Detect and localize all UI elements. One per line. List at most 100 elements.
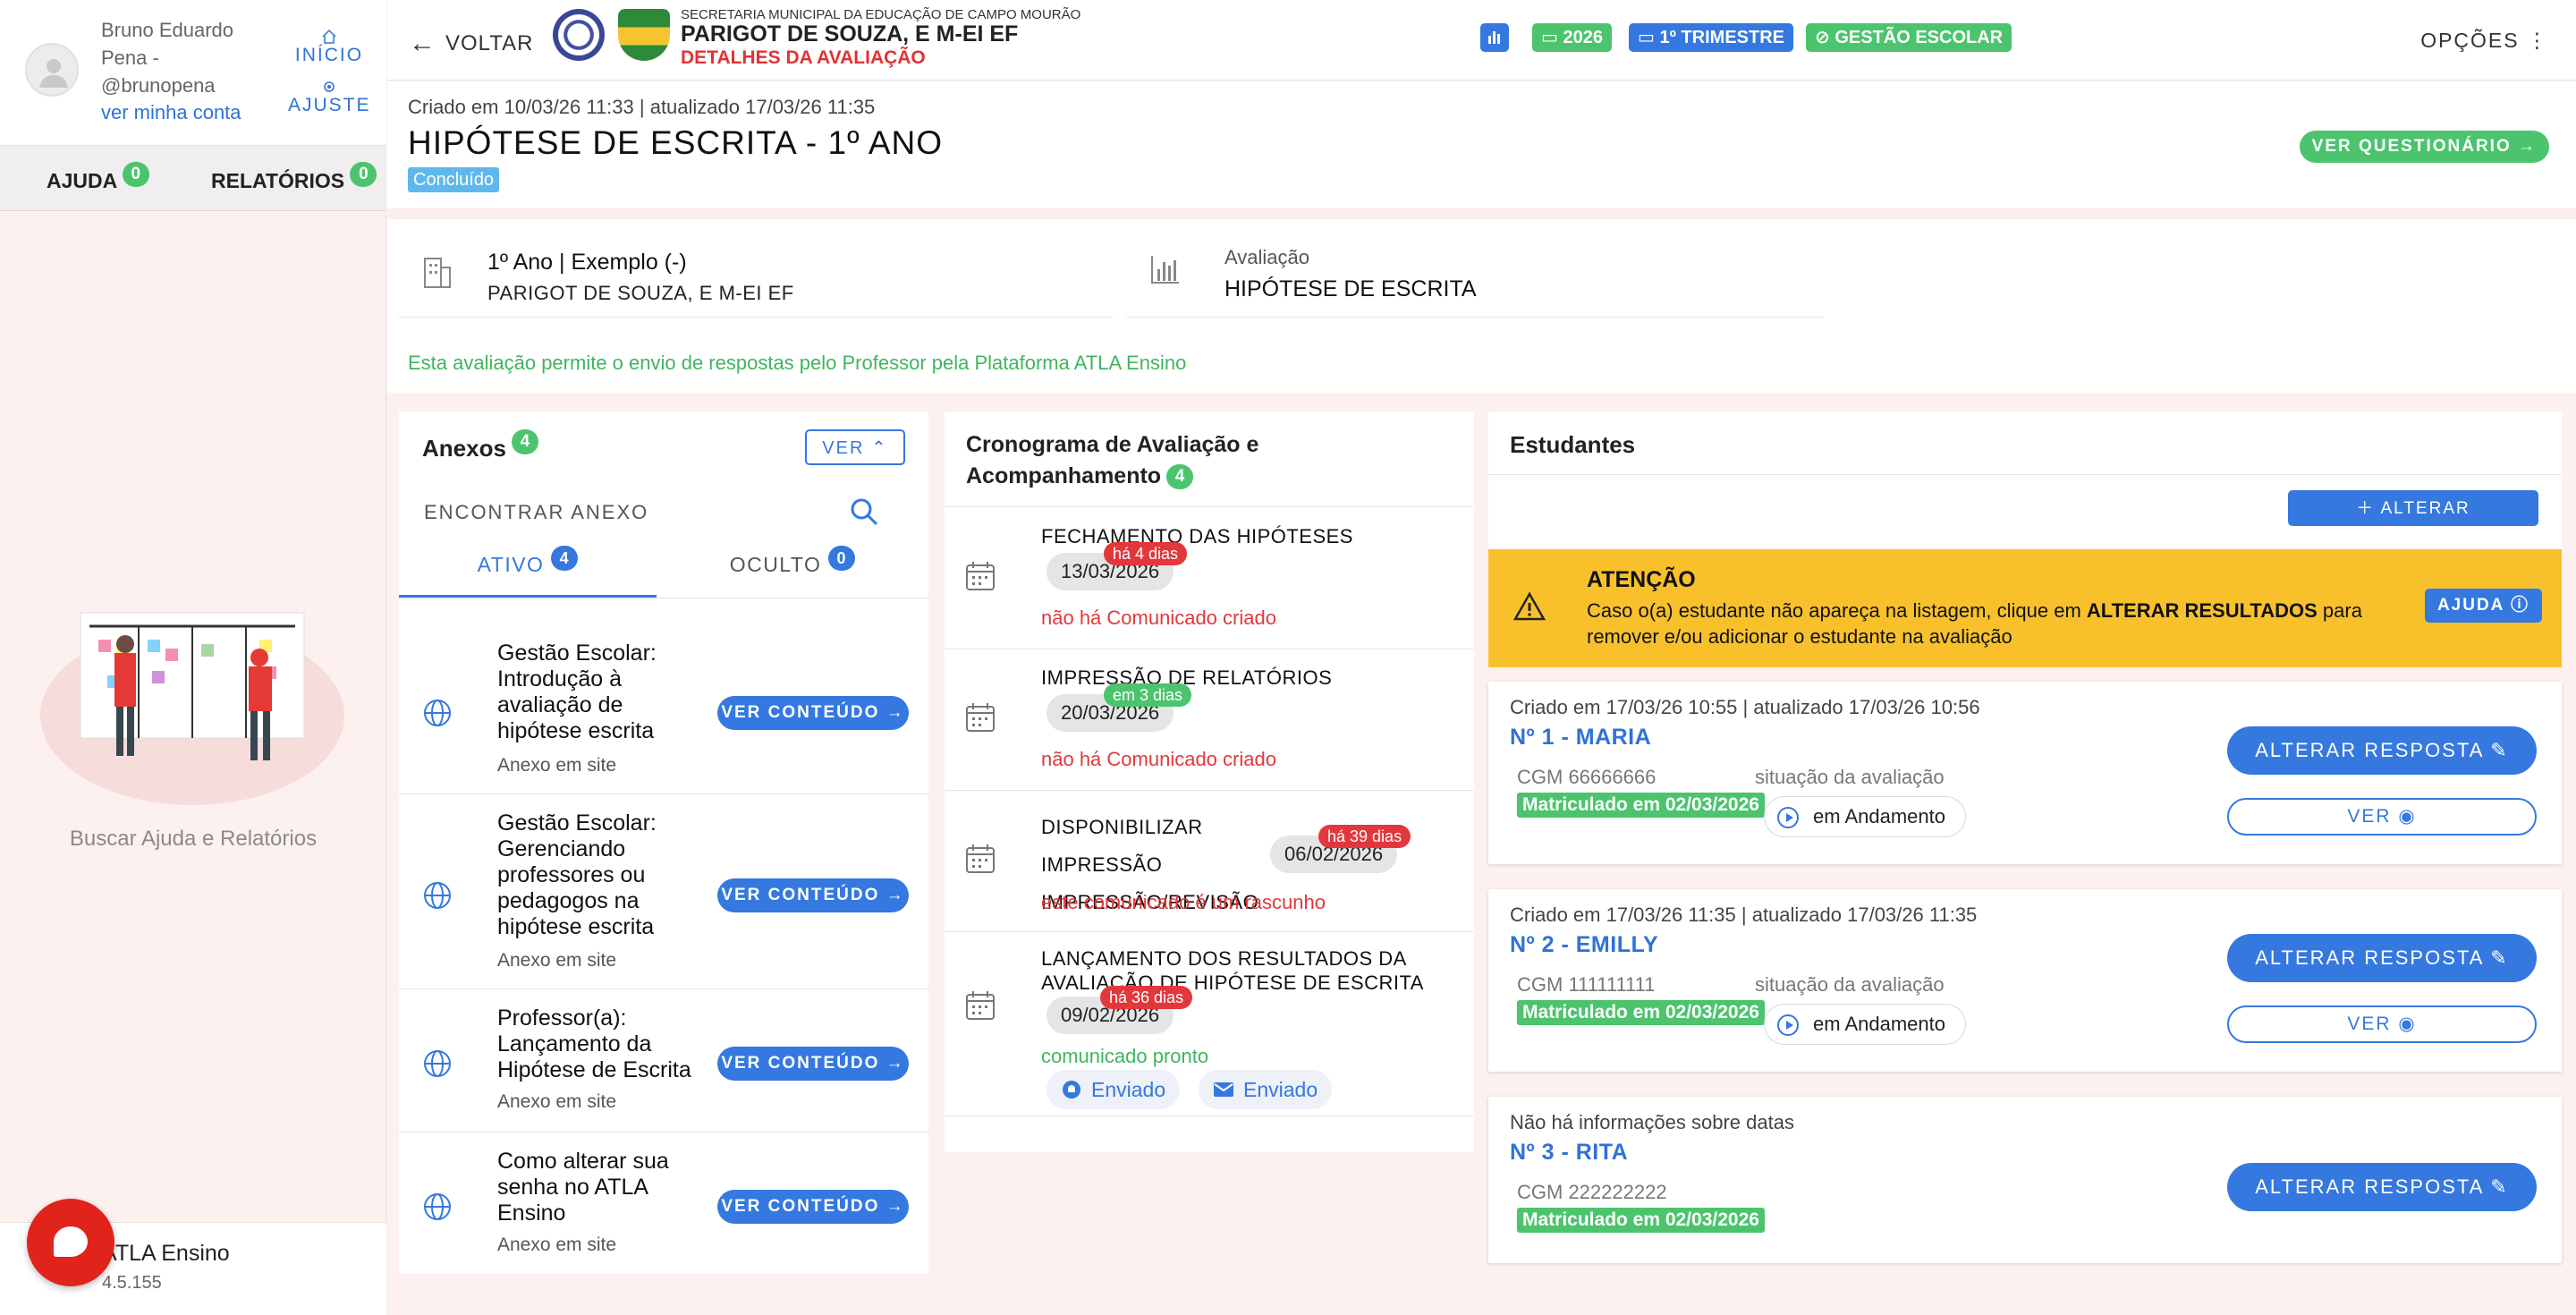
help-button[interactable]: AJUDA ⓘ bbox=[2424, 589, 2542, 623]
more-vertical-icon: ⋮ bbox=[2527, 29, 2549, 52]
tab-hidden[interactable]: OCULTO 0 bbox=[657, 546, 928, 598]
tab-reports[interactable]: RELATÓRIOS 0 bbox=[211, 162, 377, 193]
user-name: Bruno Eduardo Pena - @brunopena bbox=[101, 19, 233, 97]
change-answer-button[interactable]: ALTERAR RESPOSTA ✎ bbox=[2227, 1163, 2537, 1211]
globe-icon bbox=[424, 1050, 451, 1077]
tab-help[interactable]: AJUDA 0 bbox=[47, 162, 149, 193]
eye-icon: ◉ bbox=[2398, 1014, 2417, 1034]
module-chip[interactable]: ⊘ GESTÃO ESCOLAR bbox=[1806, 23, 2012, 52]
chat-icon bbox=[54, 1226, 88, 1257]
chat-button[interactable] bbox=[27, 1199, 114, 1286]
schedule-count-badge: 4 bbox=[1166, 464, 1194, 489]
view-label: VER bbox=[2347, 806, 2392, 827]
view-content-button[interactable]: VER CONTEÚDO → bbox=[717, 1047, 909, 1081]
calendar-icon bbox=[966, 991, 995, 1020]
globe-icon bbox=[424, 700, 451, 726]
divider bbox=[387, 208, 2576, 219]
tab-reports-label: RELATÓRIOS bbox=[211, 169, 345, 192]
progress-status-label: em Andamento bbox=[1813, 805, 1945, 827]
change-answer-button[interactable]: ALTERAR RESPOSTA ✎ bbox=[2227, 934, 2537, 982]
hidden-count-badge: 0 bbox=[828, 546, 856, 571]
student-meta: Criado em 17/03/26 11:35 | atualizado 17… bbox=[1510, 904, 1978, 926]
view-content-button[interactable]: VER CONTEÚDO → bbox=[717, 878, 909, 912]
list-item: Gestão Escolar: Introdução à avaliação d… bbox=[399, 641, 928, 794]
attention-title: ATENÇÃO bbox=[1587, 567, 1696, 592]
view-content-label: VER CONTEÚDO bbox=[721, 703, 880, 722]
change-answer-button[interactable]: ALTERAR RESPOSTA ✎ bbox=[2227, 726, 2537, 775]
annex-search-input[interactable]: ENCONTRAR ANEXO bbox=[424, 501, 648, 524]
edit-icon: ✎ bbox=[2490, 946, 2509, 969]
globe-icon bbox=[424, 882, 451, 909]
attention-banner: ATENÇÃO Caso o(a) estudante não apareça … bbox=[1488, 549, 2562, 667]
tab-active[interactable]: ATIVO 4 bbox=[399, 546, 657, 598]
arrow-right-icon: → bbox=[886, 703, 905, 722]
home-nav-label: INÍCIO bbox=[294, 45, 364, 65]
side-tabs: AJUDA 0 RELATÓRIOS 0 bbox=[0, 145, 386, 211]
class-card: 1º Ano | Exemplo (-) PARIGOT DE SOUZA, E… bbox=[398, 232, 1114, 318]
view-content-label: VER CONTEÚDO bbox=[721, 1054, 880, 1073]
arrow-right-icon: → bbox=[886, 1197, 905, 1216]
evaluation-name: HIPÓTESE DE ESCRITA bbox=[1224, 276, 1477, 301]
sent-email-label: Enviado bbox=[1243, 1078, 1318, 1101]
check-circle-icon: ⊘ bbox=[1815, 28, 1835, 47]
students-title: Estudantes bbox=[1510, 431, 1636, 458]
avatar[interactable] bbox=[25, 43, 79, 97]
warning-icon bbox=[1513, 592, 1546, 621]
evaluation-card: Avaliação HIPÓTESE DE ESCRITA bbox=[1126, 232, 1824, 318]
schedule-note: comunicado pronto bbox=[1041, 1045, 1209, 1067]
annex-subtitle: Anexo em site bbox=[497, 1234, 617, 1255]
sent-email-badge[interactable]: Enviado bbox=[1199, 1070, 1333, 1109]
schedule-item: FECHAMENTO DAS HIPÓTESES 13/03/2026 há 4… bbox=[945, 508, 1474, 649]
list-item: Como alterar sua senha no ATLA Ensino An… bbox=[399, 1149, 928, 1274]
globe-icon bbox=[424, 1193, 451, 1220]
year-chip[interactable]: ▭ 2026 bbox=[1532, 23, 1612, 52]
secretaria-name: SECRETARIA MUNICIPAL DA EDUCAÇÃO DE CAMP… bbox=[681, 7, 1081, 22]
student-name[interactable]: Nº 3 - RITA bbox=[1510, 1140, 1628, 1166]
annex-title: Gestão Escolar: Gerenciando professores … bbox=[497, 810, 657, 939]
student-name[interactable]: Nº 1 - MARIA bbox=[1510, 725, 1651, 751]
attention-text: Caso o(a) estudante não apareça na lista… bbox=[1587, 598, 2410, 649]
municipal-seal-logo bbox=[553, 9, 605, 61]
mail-icon bbox=[1214, 1082, 1233, 1097]
view-content-button[interactable]: VER CONTEÚDO → bbox=[717, 696, 909, 730]
search-icon[interactable] bbox=[848, 496, 880, 528]
sent-app-badge[interactable]: Enviado bbox=[1046, 1070, 1181, 1109]
list-item: Professor(a): Lançamento da Hipótese de … bbox=[399, 1005, 928, 1133]
view-questionnaire-button[interactable]: VER QUESTIONÁRIO → bbox=[2299, 131, 2549, 163]
enrollment-badge: Matriculado em 02/03/2026 bbox=[1517, 1000, 1765, 1025]
gear-icon bbox=[288, 79, 370, 95]
bar-chart-icon bbox=[1151, 256, 1179, 284]
annex-title: Professor(a): Lançamento da Hipótese de … bbox=[497, 1005, 691, 1082]
view-content-label: VER CONTEÚDO bbox=[721, 1197, 880, 1216]
change-results-button[interactable]: ＋ ALTERAR RESULTADOS bbox=[2288, 490, 2538, 552]
progress-status[interactable]: em Andamento bbox=[1764, 1004, 1966, 1045]
situation-label: situação da avaliação bbox=[1755, 766, 1945, 788]
building-icon bbox=[424, 258, 451, 288]
student-name[interactable]: Nº 2 - EMILLY bbox=[1510, 932, 1658, 958]
schedule-item: IMPRESSÃO DE RELATÓRIOS 20/03/2026 em 3 … bbox=[945, 649, 1474, 791]
view-content-button[interactable]: VER CONTEÚDO → bbox=[717, 1190, 909, 1224]
settings-nav-label: AJUSTE bbox=[288, 95, 371, 115]
options-menu[interactable]: OPÇÕES ⋮ bbox=[2420, 29, 2549, 53]
help-caption: Buscar Ajuda e Relatórios bbox=[69, 827, 318, 851]
back-button[interactable]: ← VOLTAR bbox=[409, 27, 533, 58]
list-item: Gestão Escolar: Gerenciando professores … bbox=[399, 810, 928, 989]
play-circle-icon bbox=[1777, 1014, 1799, 1036]
chevron-up-icon: ⌃ bbox=[870, 438, 888, 458]
account-link[interactable]: ver minha conta bbox=[101, 101, 242, 124]
view-button[interactable]: VER ◉ bbox=[2227, 1005, 2537, 1043]
progress-status[interactable]: em Andamento bbox=[1764, 796, 1966, 837]
sent-app-label: Enviado bbox=[1091, 1078, 1166, 1101]
calendar-icon: ▭ bbox=[1541, 28, 1563, 47]
period-chip[interactable]: ▭ 1º TRIMESTRE bbox=[1629, 23, 1793, 52]
edit-icon: ✎ bbox=[2490, 1175, 2509, 1198]
evaluation-meta: Criado em 10/03/26 11:33 | atualizado 17… bbox=[408, 96, 876, 118]
chart-chip[interactable] bbox=[1480, 23, 1509, 52]
view-button[interactable]: VER ◉ bbox=[2227, 798, 2537, 836]
settings-nav[interactable]: AJUSTE bbox=[288, 79, 370, 116]
plus-icon: ＋ bbox=[2356, 499, 2381, 518]
home-nav[interactable]: INÍCIO bbox=[288, 29, 370, 66]
annex-subtitle: Anexo em site bbox=[497, 755, 617, 776]
calendar-icon bbox=[966, 562, 995, 590]
toggle-annexes-button[interactable]: VER ⌃ bbox=[805, 429, 905, 465]
